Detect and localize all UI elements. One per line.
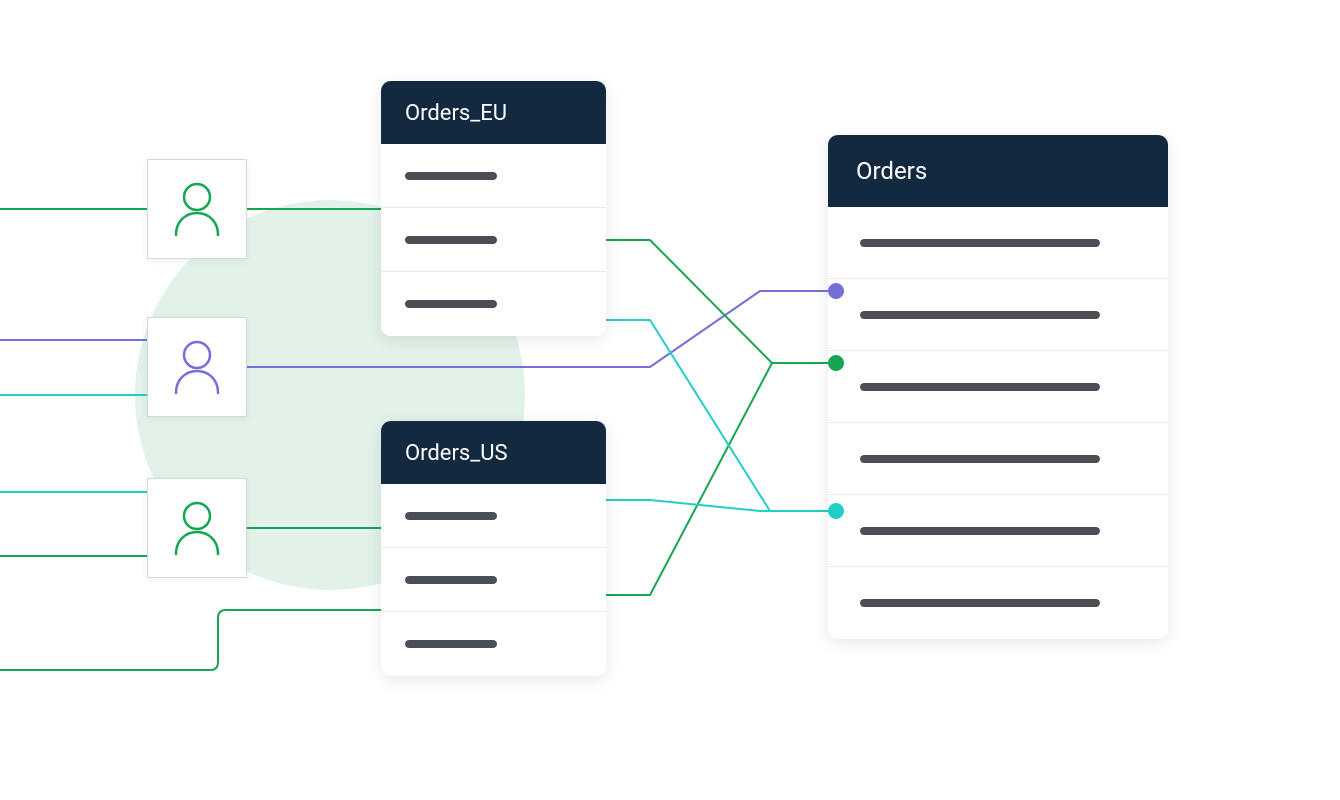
- user-card-3: [147, 478, 247, 578]
- table-row: [828, 423, 1168, 495]
- row-placeholder-bar: [860, 455, 1100, 463]
- row-placeholder-bar: [860, 599, 1100, 607]
- table-header: Orders: [828, 135, 1168, 207]
- table-row: [828, 567, 1168, 639]
- user-card-1: [147, 159, 247, 259]
- user-icon: [172, 181, 222, 237]
- row-placeholder-bar: [405, 300, 497, 308]
- table-row: [381, 484, 606, 548]
- row-placeholder-bar: [860, 239, 1100, 247]
- user-card-2: [147, 317, 247, 417]
- row-placeholder-bar: [860, 527, 1100, 535]
- row-placeholder-bar: [405, 172, 497, 180]
- table-row: [381, 612, 606, 676]
- table-orders-eu: Orders_EU: [381, 81, 606, 336]
- connection-dot-teal: [828, 503, 844, 519]
- table-orders: Orders: [828, 135, 1168, 639]
- connection-dot-green: [828, 355, 844, 371]
- row-placeholder-bar: [405, 640, 497, 648]
- row-placeholder-bar: [860, 311, 1100, 319]
- table-row: [828, 207, 1168, 279]
- table-orders-us: Orders_US: [381, 421, 606, 676]
- table-row: [828, 279, 1168, 351]
- table-row: [828, 495, 1168, 567]
- row-placeholder-bar: [860, 383, 1100, 391]
- row-placeholder-bar: [405, 512, 497, 520]
- table-row: [381, 208, 606, 272]
- user-icon: [172, 500, 222, 556]
- table-row: [381, 272, 606, 336]
- table-row: [381, 144, 606, 208]
- row-placeholder-bar: [405, 236, 497, 244]
- table-row: [381, 548, 606, 612]
- table-header: Orders_US: [381, 421, 606, 484]
- table-row: [828, 351, 1168, 423]
- user-icon: [172, 339, 222, 395]
- row-placeholder-bar: [405, 576, 497, 584]
- table-header: Orders_EU: [381, 81, 606, 144]
- connection-dot-purple: [828, 283, 844, 299]
